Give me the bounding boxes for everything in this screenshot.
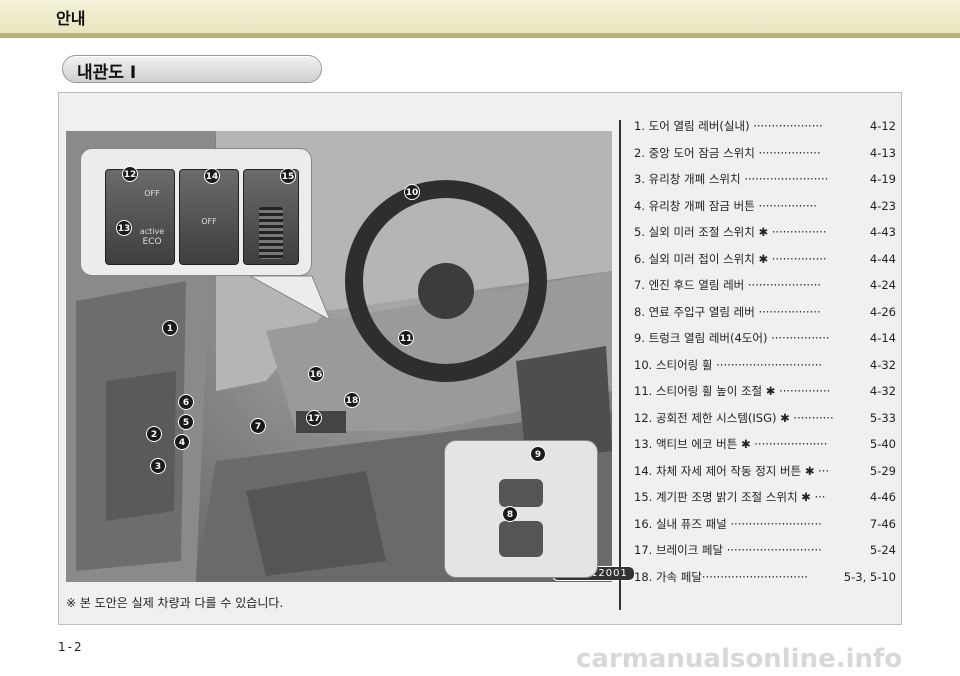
- callout-16: 16: [308, 366, 324, 382]
- callout-6: 6: [178, 394, 194, 410]
- list-item: 9. 트렁크 열림 레버(4도어) ················ 4-14: [634, 325, 896, 352]
- callout-8: 8: [502, 506, 518, 522]
- page-number: 1-2: [58, 640, 84, 654]
- list-item: 10. 스티어링 휠 ·····························…: [634, 351, 896, 378]
- callout-17: 17: [306, 410, 322, 426]
- disclaimer-note: ※ 본 도안은 실제 차량과 다를 수 있습니다.: [66, 596, 284, 610]
- callout-18: 18: [344, 392, 360, 408]
- callout-10: 10: [404, 184, 420, 200]
- watermark-text: carmanualsonline.info: [576, 644, 903, 674]
- callout-2: 2: [146, 426, 162, 442]
- list-item: 8. 연료 주입구 열림 레버 ················· 4-26: [634, 298, 896, 325]
- callout-12: 12: [122, 166, 138, 182]
- component-list: 1. 도어 열림 레버(실내) ··················· 4-12 …: [634, 113, 896, 590]
- callout-7: 7: [250, 418, 266, 434]
- list-item: 11. 스티어링 휠 높이 조절 ✱ ·············· 4-32: [634, 378, 896, 405]
- list-item: 18. 가속 페달····························· 5-…: [634, 563, 896, 590]
- callout-15: 15: [280, 168, 296, 184]
- callout-11: 11: [398, 330, 414, 346]
- callout-1: 1: [162, 320, 178, 336]
- callout-14: 14: [204, 168, 220, 184]
- list-item: 3. 유리창 개폐 스위치 ······················· 4-1…: [634, 166, 896, 193]
- list-item: 12. 공회전 제한 시스템(ISG) ✱ ··········· 5-33: [634, 404, 896, 431]
- trunk-lever: [499, 479, 543, 507]
- list-item: 2. 중앙 도어 잠금 스위치 ················· 4-13: [634, 139, 896, 166]
- callout-9: 9: [530, 446, 546, 462]
- fuel-door-lever: [499, 521, 543, 557]
- list-item: 16. 실내 퓨즈 패널 ························· 7-…: [634, 510, 896, 537]
- list-item: 4. 유리창 개폐 잠금 버튼 ················ 4-23: [634, 192, 896, 219]
- callout-4: 4: [174, 434, 190, 450]
- list-item: 17. 브레이크 페달 ·························· 5-…: [634, 537, 896, 564]
- list-item: 15. 계기판 조명 밝기 조절 스위치 ✱ ··· 4-46: [634, 484, 896, 511]
- lever-panel-inset: [444, 440, 598, 578]
- list-item: 5. 실외 미러 조절 스위치 ✱ ··············· 4-43: [634, 219, 896, 246]
- callout-13: 13: [116, 220, 132, 236]
- list-item: 13. 액티브 에코 버튼 ✱ ···················· 5-40: [634, 431, 896, 458]
- list-item: 14. 차체 자세 제어 작동 정지 버튼 ✱ ··· 5-29: [634, 457, 896, 484]
- callout-5: 5: [178, 414, 194, 430]
- callout-3: 3: [150, 458, 166, 474]
- column-divider: [619, 120, 621, 610]
- list-item: 1. 도어 열림 레버(실내) ··················· 4-12: [634, 113, 896, 140]
- list-item: 7. 엔진 후드 열림 레버 ···················· 4-24: [634, 272, 896, 299]
- list-item: 6. 실외 미러 접이 스위치 ✱ ··············· 4-44: [634, 245, 896, 272]
